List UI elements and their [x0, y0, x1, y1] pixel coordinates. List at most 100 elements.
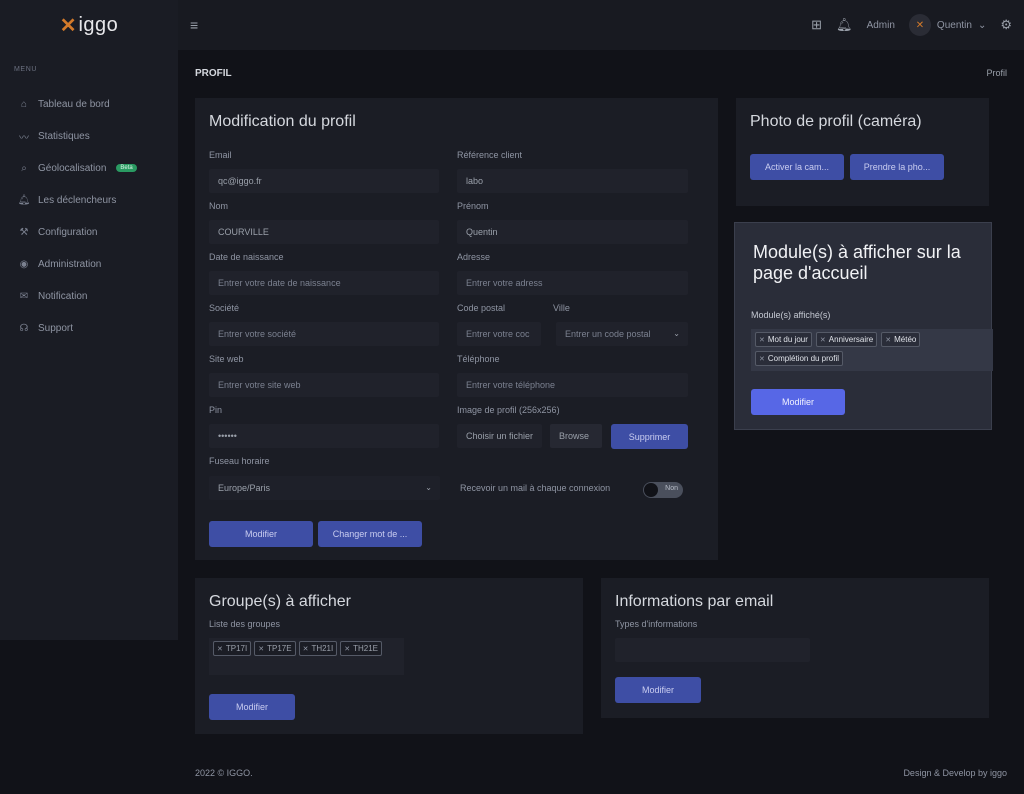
phone-label: Téléphone [457, 354, 500, 364]
activate-camera-button[interactable]: Activer la cam... [750, 154, 844, 180]
sidebar-item-configuration[interactable]: ⚒ Configuration [0, 216, 178, 248]
save-profile-button[interactable]: Modifier [209, 521, 313, 547]
module-tag-label: Anniversaire [828, 335, 874, 344]
page-title: PROFIL [195, 68, 232, 79]
admin-link[interactable]: Admin [867, 20, 895, 31]
save-modules-button[interactable]: Modifier [751, 389, 845, 415]
nom-field[interactable]: COURVILLE [209, 220, 439, 244]
save-email-info-button[interactable]: Modifier [615, 677, 701, 703]
group-tag[interactable]: ✕ TP17E [254, 641, 296, 656]
menu-toggle-icon[interactable]: ≡ [190, 17, 198, 33]
remove-icon[interactable]: ✕ [217, 645, 223, 653]
user-name: Quentin [936, 19, 972, 31]
search-location-icon: ⌕ [21, 162, 27, 174]
sidebar-item-declencheurs[interactable]: 🔔︎ Les déclencheurs [0, 184, 178, 216]
groups-list-label: Liste des groupes [209, 619, 281, 629]
sidebar-item-notification[interactable]: ✉ Notification [0, 280, 178, 312]
prenom-field[interactable]: Quentin [457, 220, 688, 244]
remove-icon[interactable]: ✕ [759, 355, 765, 363]
sidebar-item-support[interactable]: ☊ Support [0, 312, 178, 344]
address-field[interactable]: Entrer votre adress [457, 271, 688, 295]
topbar: ≡ ⊞ 🔔︎ Admin ✕ Quentin ⌄ ⚙ [178, 0, 1024, 50]
address-label: Adresse [457, 252, 491, 262]
capture-photo-button[interactable]: Prendre la pho... [850, 154, 944, 180]
brand-name: iggo [78, 13, 119, 36]
sidebar: ✕ iggo MENU ⌂ Tableau de bord 〰 Statisti… [0, 0, 178, 640]
gear-icon[interactable]: ⚙ [1000, 17, 1012, 33]
toggle-knob [644, 483, 658, 497]
modules-field-label: Module(s) affiché(s) [751, 310, 831, 320]
company-field[interactable]: Entrer votre société [209, 322, 439, 346]
sidebar-item-statistiques[interactable]: 〰 Statistiques [0, 120, 178, 152]
headset-icon: ☊ [19, 322, 29, 334]
birthdate-field[interactable]: Entrer votre date de naissance [209, 271, 439, 295]
company-label: Société [209, 303, 240, 313]
sidebar-item-label: Notification [38, 290, 88, 302]
browse-button[interactable]: Browse [550, 424, 602, 448]
email-field[interactable]: qc@iggo.fr [209, 169, 439, 193]
camera-card: Photo de profil (caméra) Activer la cam.… [736, 98, 989, 206]
remove-icon[interactable]: ✕ [303, 645, 309, 653]
city-label: Ville [553, 303, 570, 313]
mail-toggle-label: Recevoir un mail à chaque connexion [460, 483, 611, 493]
timezone-label: Fuseau horaire [209, 456, 270, 466]
ref-client-label: Référence client [457, 150, 523, 160]
pin-field[interactable]: •••••• [209, 424, 439, 448]
save-groups-button[interactable]: Modifier [209, 694, 295, 720]
avatar: ✕ [908, 14, 931, 36]
qr-code-icon[interactable]: ⊞ [811, 17, 822, 33]
mail-toggle[interactable]: Non [643, 482, 683, 498]
brand-mark-icon: ✕ [59, 14, 77, 37]
module-tag[interactable]: ✕ Anniversaire [815, 332, 878, 347]
change-password-button[interactable]: Changer mot de ... [318, 521, 422, 547]
timezone-select[interactable]: Europe/Paris ⌄ [209, 476, 440, 500]
breadcrumb[interactable]: Profil [986, 68, 1007, 78]
info-types-multiselect[interactable] [615, 638, 810, 662]
profile-image-label: Image de profil (256x256) [457, 405, 560, 415]
sidebar-item-tableau-de-bord[interactable]: ⌂ Tableau de bord [0, 88, 178, 120]
delete-image-button[interactable]: Supprimer [611, 424, 688, 449]
sidebar-item-label: Tableau de bord [38, 98, 110, 110]
website-label: Site web [209, 354, 244, 364]
module-tag-label: Météo [894, 335, 917, 344]
home-icon: ⌂ [20, 98, 28, 110]
camera-card-title: Photo de profil (caméra) [750, 113, 922, 130]
group-tag[interactable]: ✕ TH21I [298, 641, 338, 656]
prenom-label: Prénom [457, 201, 489, 211]
module-tag[interactable]: ✕ Complétion du profil [755, 351, 844, 366]
nom-label: Nom [209, 201, 229, 211]
groups-card-title: Groupe(s) à afficher [209, 593, 351, 610]
phone-field[interactable]: Entrer votre téléphone [457, 373, 688, 397]
remove-icon[interactable]: ✕ [820, 336, 826, 344]
brand-logo[interactable]: ✕ iggo [0, 0, 178, 50]
sidebar-item-label: Statistiques [38, 130, 90, 142]
modules-multiselect[interactable]: ✕ Mot du jour ✕ Anniversaire ✕ Météo ✕ Compl… [751, 329, 993, 371]
ref-client-field[interactable]: labo [457, 169, 688, 193]
group-tag[interactable]: ✕ TH21E [340, 641, 383, 656]
sidebar-item-administration[interactable]: ◉ Administration [0, 248, 178, 280]
postal-code-field[interactable]: Entrer votre coc [457, 322, 541, 346]
remove-icon[interactable]: ✕ [344, 645, 350, 653]
file-input[interactable]: Choisir un fichier [457, 424, 542, 448]
timezone-select-value: Europe/Paris [218, 483, 271, 493]
groups-card: Groupe(s) à afficher Liste des groupes ✕… [195, 578, 583, 734]
groups-multiselect[interactable]: ✕ TP17I ✕ TP17E ✕ TH21I ✕ TH21E [209, 638, 404, 675]
bell-icon: 🔔︎ [17, 194, 31, 206]
city-select[interactable]: Entrer un code postal ⌄ [556, 322, 688, 346]
bell-icon[interactable]: 🔔︎ [836, 17, 853, 33]
profile-card-title: Modification du profil [209, 113, 356, 130]
chevron-down-icon: ⌄ [977, 19, 987, 31]
module-tag[interactable]: ✕ Météo [881, 332, 921, 347]
sidebar-nav: ⌂ Tableau de bord 〰 Statistiques ⌕ Géolo… [0, 88, 178, 344]
wrench-icon: ⚒ [19, 226, 29, 238]
sidebar-item-geolocalisation[interactable]: ⌕ Géolocalisation Beta [0, 152, 178, 184]
module-tag-label: Mot du jour [767, 335, 808, 344]
remove-icon[interactable]: ✕ [759, 336, 765, 344]
remove-icon[interactable]: ✕ [885, 336, 891, 344]
website-field[interactable]: Entrer votre site web [209, 373, 439, 397]
sidebar-item-label: Support [38, 322, 74, 334]
remove-icon[interactable]: ✕ [258, 645, 264, 653]
module-tag[interactable]: ✕ Mot du jour [755, 332, 812, 347]
user-menu[interactable]: ✕ Quentin ⌄ [908, 14, 987, 36]
group-tag[interactable]: ✕ TP17I [213, 641, 252, 656]
